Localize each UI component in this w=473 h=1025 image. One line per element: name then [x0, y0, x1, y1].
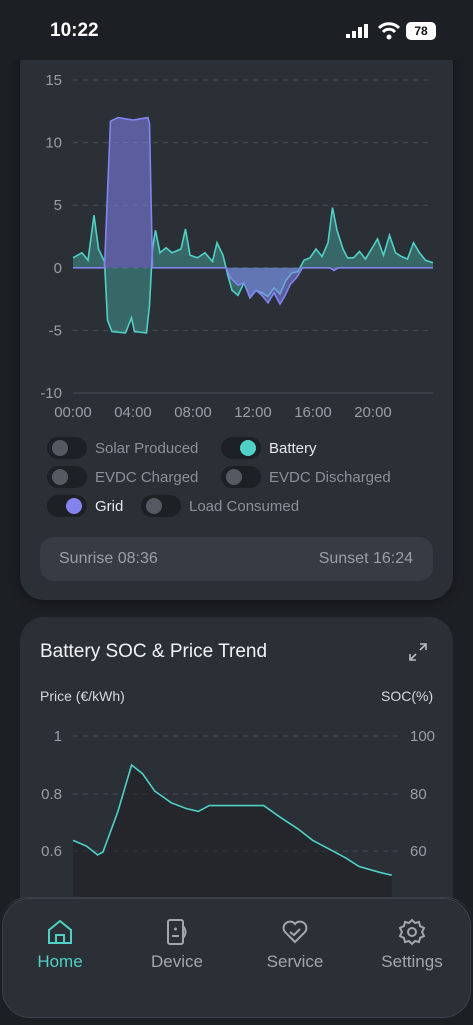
- legend-label: EVDC Discharged: [269, 468, 391, 486]
- y-tick-label: 10: [45, 135, 62, 152]
- price-tick-label: 0.8: [41, 786, 62, 803]
- price-axis-label: Price (€/kWh): [40, 688, 125, 704]
- toggle-knob: [240, 440, 256, 456]
- toggle-switch[interactable]: [221, 437, 261, 459]
- x-tick-label: 04:00: [114, 404, 152, 421]
- power-chart[interactable]: 15 10 5 0 -5 -10 00:00 04:00 08:00 12:00 16:00 20:0…: [0, 0, 473, 430]
- service-icon: [282, 920, 308, 944]
- home-icon: [48, 919, 72, 944]
- battery-indicator: 78: [406, 22, 436, 40]
- toggle-knob: [226, 469, 242, 485]
- x-tick-label: 16:00: [294, 404, 332, 421]
- nav-service[interactable]: Service: [245, 918, 345, 972]
- soc-card-title: Battery SOC & Price Trend: [40, 641, 268, 662]
- x-tick-label: 20:00: [354, 404, 392, 421]
- soc-tick-label: 80: [410, 786, 427, 803]
- status-time: 10:22: [50, 20, 99, 41]
- soc-price-chart[interactable]: 1 100 0.8 80 0.6 60: [0, 720, 473, 920]
- sunset-text: Sunset 16:24: [318, 550, 413, 567]
- y-tick-label: 0: [54, 260, 62, 277]
- x-tick-label: 08:00: [174, 404, 212, 421]
- y-tick-label: 5: [54, 197, 62, 214]
- toggle-switch[interactable]: [47, 437, 87, 459]
- legend-label: EVDC Charged: [95, 468, 199, 486]
- nav-home-label: Home: [37, 952, 83, 971]
- toggle-switch[interactable]: [47, 495, 87, 517]
- legend-label: Load Consumed: [189, 497, 300, 515]
- toggle-switch[interactable]: [221, 466, 261, 488]
- y-tick-label: 15: [45, 72, 62, 89]
- legend-label: Solar Produced: [95, 439, 199, 457]
- soc-tick-label: 60: [410, 843, 427, 860]
- nav-device[interactable]: Device: [127, 918, 227, 972]
- expand-icon[interactable]: [408, 642, 428, 662]
- toggle-knob: [52, 440, 68, 456]
- legend-toggle-load-consumed[interactable]: Load Consumed: [141, 495, 299, 517]
- sun-times-bar: Sunrise 08:36 Sunset 16:24: [40, 537, 433, 581]
- nav-settings[interactable]: Settings: [362, 918, 462, 972]
- toggle-knob: [146, 498, 162, 514]
- legend-label: Grid: [95, 497, 124, 515]
- status-bar: 10:22 78: [0, 0, 473, 60]
- nav-settings-label: Settings: [381, 952, 443, 971]
- price-tick-label: 1: [54, 728, 62, 745]
- x-tick-label: 00:00: [54, 404, 92, 421]
- legend-toggle-evdc-charged[interactable]: EVDC Charged: [47, 466, 198, 488]
- soc-axis-label: SOC(%): [381, 688, 434, 704]
- legend-toggle-battery[interactable]: Battery: [221, 437, 317, 459]
- toggle-switch[interactable]: [141, 495, 181, 517]
- device-icon: [167, 919, 187, 945]
- nav-home[interactable]: Home: [10, 918, 110, 972]
- nav-service-label: Service: [266, 952, 324, 971]
- wifi-icon: [378, 22, 400, 40]
- y-tick-label: -10: [40, 385, 62, 402]
- soc-tick-label: 100: [410, 728, 435, 745]
- legend-toggle-evdc-discharged[interactable]: EVDC Discharged: [221, 466, 391, 488]
- toggle-switch[interactable]: [47, 466, 87, 488]
- toggle-knob: [52, 469, 68, 485]
- gear-icon: [398, 918, 426, 946]
- x-tick-label: 12:00: [234, 404, 272, 421]
- sunrise-text: Sunrise 08:36: [59, 550, 158, 567]
- price-tick-label: 0.6: [41, 843, 62, 860]
- legend-toggle-solar-produced[interactable]: Solar Produced: [47, 437, 198, 459]
- y-tick-label: -5: [49, 322, 62, 339]
- bottom-navigation: Home Device Service Settings: [0, 897, 473, 1025]
- legend-toggle-grid[interactable]: Grid: [47, 495, 123, 517]
- nav-device-label: Device: [151, 952, 203, 971]
- legend-label: Battery: [269, 439, 317, 457]
- toggle-knob: [66, 498, 82, 514]
- cellular-signal-icon: [346, 24, 368, 38]
